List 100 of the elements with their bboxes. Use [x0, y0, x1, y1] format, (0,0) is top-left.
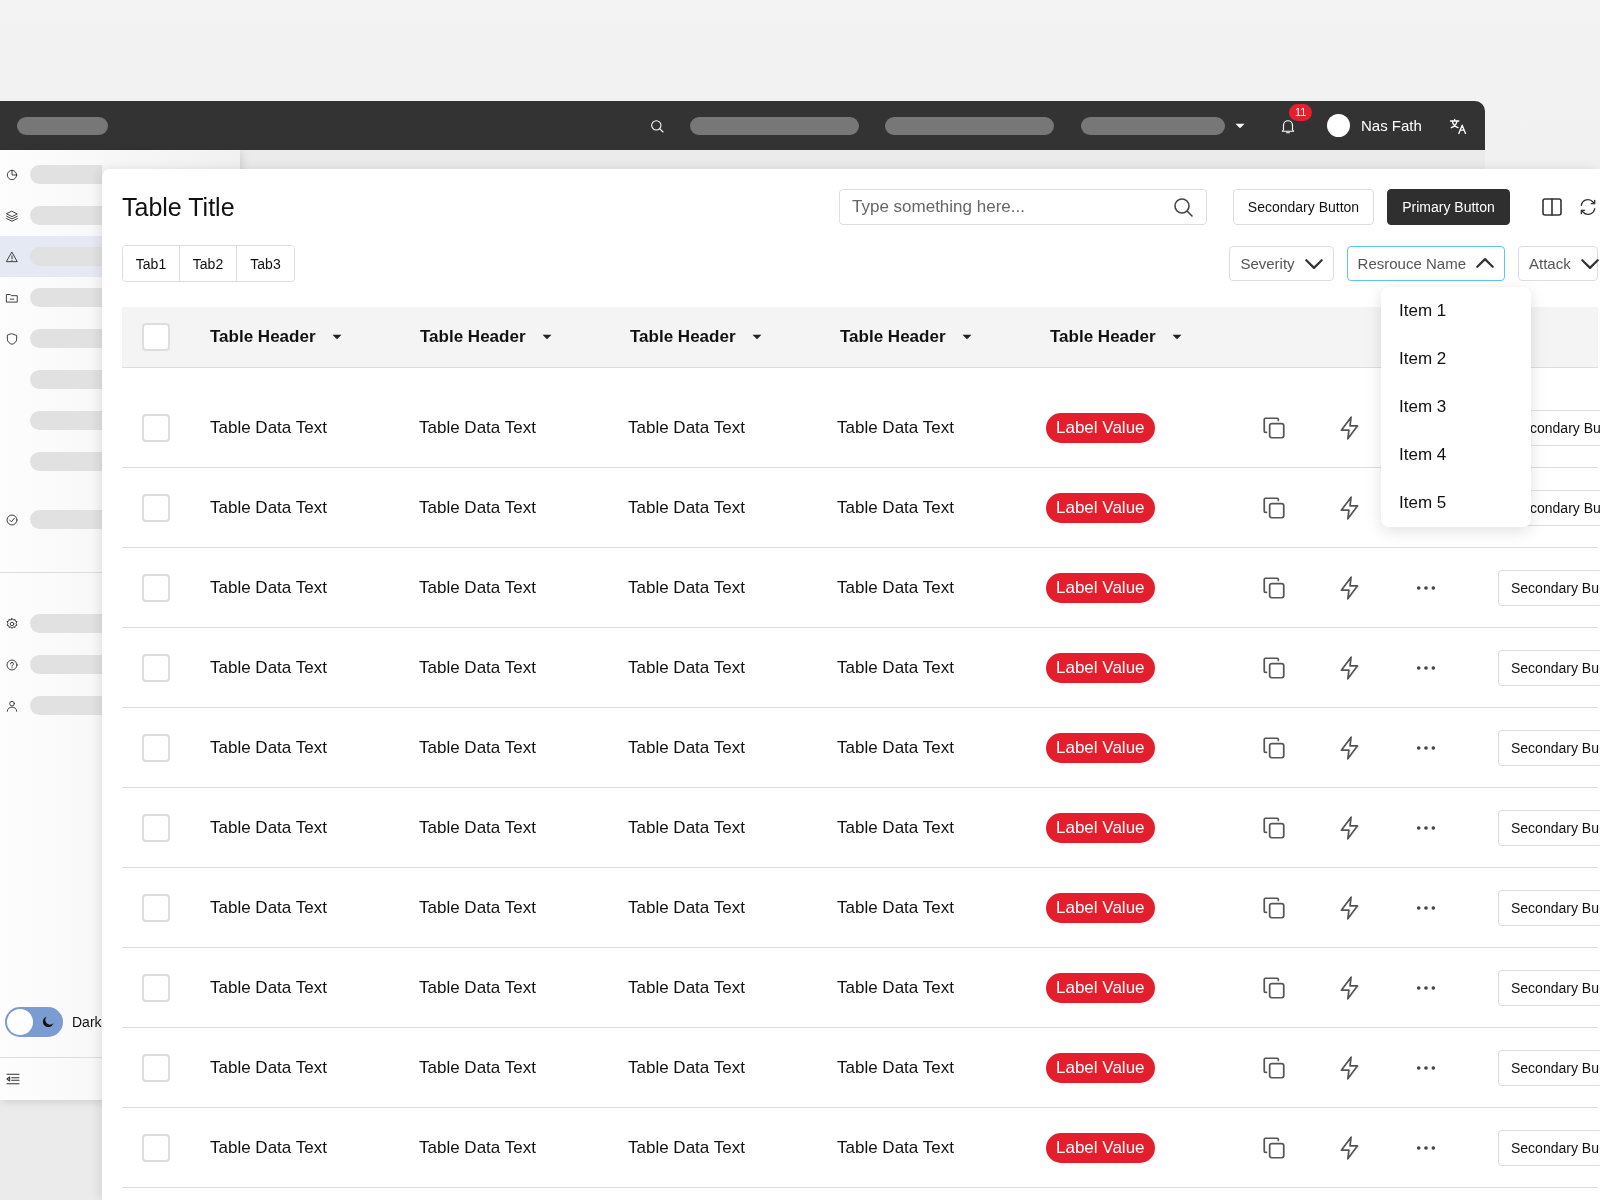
- secondary-button[interactable]: Secondary Bu: [1498, 569, 1600, 606]
- menu-item[interactable]: Item 3: [1381, 383, 1531, 431]
- copy-icon[interactable]: [1261, 654, 1287, 681]
- secondary-button[interactable]: Secondary Bu: [1498, 889, 1600, 926]
- filter-dropdown[interactable]: Resrouce Name: [1346, 246, 1505, 281]
- table-cell-text: Table Data Text: [628, 417, 746, 438]
- table-cell-text: Table Data Text: [628, 577, 746, 598]
- theme-switch[interactable]: [5, 1007, 63, 1037]
- copy-icon[interactable]: [1261, 1054, 1287, 1081]
- secondary-button[interactable]: Secondary Bu: [1498, 969, 1600, 1006]
- copy-icon[interactable]: [1261, 1134, 1287, 1161]
- secondary-button[interactable]: Secondary Bu: [1498, 649, 1600, 686]
- table-cell-text: Table Data Text: [210, 737, 328, 758]
- status-label: Label Value: [1046, 892, 1155, 923]
- checkbox[interactable]: [142, 893, 170, 922]
- table-cell-text: Table Data Text: [837, 577, 955, 598]
- checkbox[interactable]: [142, 813, 170, 842]
- search-field[interactable]: Type something here...: [839, 189, 1207, 225]
- status-label: Label Value: [1046, 812, 1155, 843]
- table-cell-text: Table Data Text: [210, 417, 328, 438]
- secondary-button[interactable]: Secondary Bu: [1498, 809, 1600, 846]
- skeleton-bar: [30, 329, 102, 348]
- secondary-button[interactable]: Secondary Bu: [1498, 729, 1600, 766]
- column-header[interactable]: Table Header: [630, 327, 736, 347]
- table-cell-text: Table Data Text: [210, 497, 328, 518]
- filter-dropdown[interactable]: Severity: [1229, 246, 1334, 281]
- check-circle-icon: [5, 512, 19, 527]
- tab[interactable]: Tab1: [123, 246, 180, 281]
- menu-item[interactable]: Item 1: [1381, 287, 1531, 335]
- table-cell-text: Table Data Text: [837, 737, 955, 758]
- moon-icon: [40, 1014, 56, 1030]
- collapse-icon[interactable]: [5, 1071, 21, 1087]
- copy-icon[interactable]: [1261, 414, 1287, 441]
- secondary-button[interactable]: Secondary Bu: [1498, 1049, 1600, 1086]
- checkbox[interactable]: [142, 1053, 170, 1082]
- checkbox[interactable]: [142, 653, 170, 682]
- table-cell-text: Table Data Text: [628, 1137, 746, 1158]
- table-cell-text: Table Data Text: [419, 1057, 537, 1078]
- refresh-icon[interactable]: [1578, 197, 1598, 217]
- table-cell-text: Table Data Text: [628, 657, 746, 678]
- checkbox[interactable]: [142, 323, 170, 351]
- status-label: Label Value: [1046, 572, 1155, 603]
- primary-button[interactable]: Primary Button: [1387, 189, 1510, 225]
- column-header[interactable]: Table Header: [210, 327, 316, 347]
- table-cell-text: Table Data Text: [419, 737, 537, 758]
- chevron-icon: [1304, 258, 1323, 269]
- copy-icon[interactable]: [1261, 734, 1287, 761]
- table-cell-text: Table Data Text: [210, 977, 328, 998]
- user-icon: [5, 698, 19, 713]
- user-name[interactable]: Nas Fath: [1361, 117, 1422, 134]
- skeleton-bar: [30, 614, 102, 633]
- column-header[interactable]: Table Header: [1050, 327, 1156, 347]
- checkbox[interactable]: [142, 1133, 170, 1162]
- skeleton-bar: [30, 247, 102, 266]
- warning-icon: [5, 249, 19, 264]
- table-cell-text: Table Data Text: [628, 497, 746, 518]
- copy-icon[interactable]: [1261, 894, 1287, 921]
- table-cell-text: Table Data Text: [419, 897, 537, 918]
- status-label: Label Value: [1046, 972, 1155, 1003]
- table-cell-text: Table Data Text: [210, 1057, 328, 1078]
- skeleton-bar: [30, 165, 102, 184]
- status-label: Label Value: [1046, 1052, 1155, 1083]
- skeleton-bar: [30, 288, 102, 307]
- skeleton-bar: [30, 655, 102, 674]
- menu-item[interactable]: Item 5: [1381, 479, 1531, 527]
- skeleton-bar: [30, 510, 102, 529]
- menu-item[interactable]: Item 4: [1381, 431, 1531, 479]
- table-cell-text: Table Data Text: [837, 497, 955, 518]
- checkbox[interactable]: [142, 413, 170, 442]
- table-cell-text: Table Data Text: [837, 657, 955, 678]
- copy-icon[interactable]: [1261, 814, 1287, 841]
- chevron-icon: [1476, 258, 1494, 269]
- chevron-icon: [1580, 258, 1599, 269]
- status-label: Label Value: [1046, 492, 1155, 523]
- table-cell-text: Table Data Text: [419, 497, 537, 518]
- menu-item[interactable]: Item 2: [1381, 335, 1531, 383]
- column-header[interactable]: Table Header: [420, 327, 526, 347]
- table-cell-text: Table Data Text: [837, 417, 955, 438]
- checkbox[interactable]: [142, 493, 170, 522]
- secondary-button[interactable]: Secondary Bu: [1498, 1129, 1600, 1166]
- column-header[interactable]: Table Header: [840, 327, 946, 347]
- checkbox[interactable]: [142, 733, 170, 762]
- copy-icon[interactable]: [1261, 574, 1287, 601]
- table-cell-text: Table Data Text: [210, 1137, 328, 1158]
- table-cell-text: Table Data Text: [837, 1057, 955, 1078]
- status-label: Label Value: [1046, 1132, 1155, 1163]
- filter-dropdown[interactable]: Attack: [1518, 246, 1598, 281]
- search-icon[interactable]: [649, 117, 665, 134]
- checkbox[interactable]: [142, 973, 170, 1002]
- skeleton-bar: [30, 452, 102, 471]
- copy-icon[interactable]: [1261, 974, 1287, 1001]
- table-cell-text: Table Data Text: [419, 417, 537, 438]
- table-cell-text: Table Data Text: [628, 977, 746, 998]
- split-panel-icon[interactable]: [1540, 195, 1564, 219]
- checkbox[interactable]: [142, 573, 170, 602]
- avatar[interactable]: [1327, 114, 1350, 137]
- notification-badge: 11: [1289, 103, 1313, 121]
- secondary-button[interactable]: Secondary Button: [1233, 189, 1374, 225]
- copy-icon[interactable]: [1261, 494, 1287, 521]
- skeleton-bar: [30, 370, 102, 389]
